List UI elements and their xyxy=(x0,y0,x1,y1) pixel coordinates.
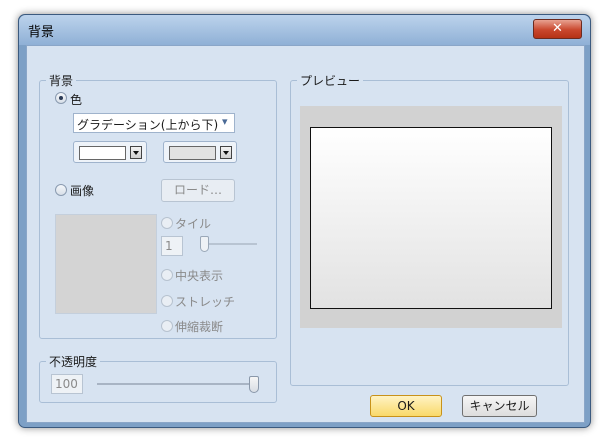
gradient-select[interactable]: グラデーション(上から下) ▾ xyxy=(73,113,235,133)
image-radio[interactable] xyxy=(55,184,67,196)
tile-radio-label: タイル xyxy=(175,217,212,231)
preview-canvas xyxy=(310,127,552,309)
color-swatch-1 xyxy=(79,146,126,160)
chevron-down-icon: ▾ xyxy=(222,115,228,128)
scale-crop-radio-label: 伸縮裁断 xyxy=(175,320,224,334)
tile-value-field[interactable]: 1 xyxy=(161,236,183,256)
color-radio-label: 色 xyxy=(70,93,83,107)
color-swatch-2 xyxy=(169,146,216,160)
dialog-window: 背景 ✕ 背景 色 グラデーション(上から下) ▾ 画像 ロード… タイル 1 xyxy=(18,14,591,428)
opacity-slider-thumb[interactable] xyxy=(249,376,259,393)
opacity-slider-track xyxy=(97,383,259,385)
tile-radio[interactable] xyxy=(161,217,173,229)
chevron-down-icon xyxy=(220,146,232,159)
stretch-radio[interactable] xyxy=(161,295,173,307)
gradient-select-value: グラデーション(上から下) xyxy=(77,118,219,132)
tile-value-text: 1 xyxy=(165,239,173,253)
opacity-group-legend: 不透明度 xyxy=(49,355,98,369)
color-picker-2[interactable] xyxy=(163,141,237,163)
stretch-radio-label: ストレッチ xyxy=(175,295,236,309)
load-button[interactable]: ロード… xyxy=(161,179,235,202)
tile-slider-thumb[interactable] xyxy=(200,236,209,252)
close-button[interactable]: ✕ xyxy=(533,19,582,39)
preview-area xyxy=(300,106,562,328)
image-preview-box xyxy=(55,214,157,314)
preview-group-legend: プレビュー xyxy=(300,74,361,88)
chevron-down-icon xyxy=(130,146,142,159)
opacity-value-text: 100 xyxy=(55,377,78,391)
image-radio-label: 画像 xyxy=(70,184,95,198)
background-group-legend: 背景 xyxy=(49,74,74,88)
window-title: 背景 xyxy=(28,25,55,40)
center-radio-label: 中央表示 xyxy=(175,269,224,283)
title-bar[interactable]: 背景 ✕ xyxy=(19,15,590,45)
cancel-button[interactable]: キャンセル xyxy=(462,395,537,417)
scale-crop-radio[interactable] xyxy=(161,320,173,332)
ok-button[interactable]: OK xyxy=(370,395,442,417)
tile-slider-track xyxy=(202,243,257,245)
dialog-body: 背景 色 グラデーション(上から下) ▾ 画像 ロード… タイル 1 中央表示 xyxy=(26,45,585,423)
center-radio[interactable] xyxy=(161,269,173,281)
color-picker-1[interactable] xyxy=(73,141,147,163)
color-radio[interactable] xyxy=(55,92,67,104)
opacity-value-field[interactable]: 100 xyxy=(51,374,83,394)
